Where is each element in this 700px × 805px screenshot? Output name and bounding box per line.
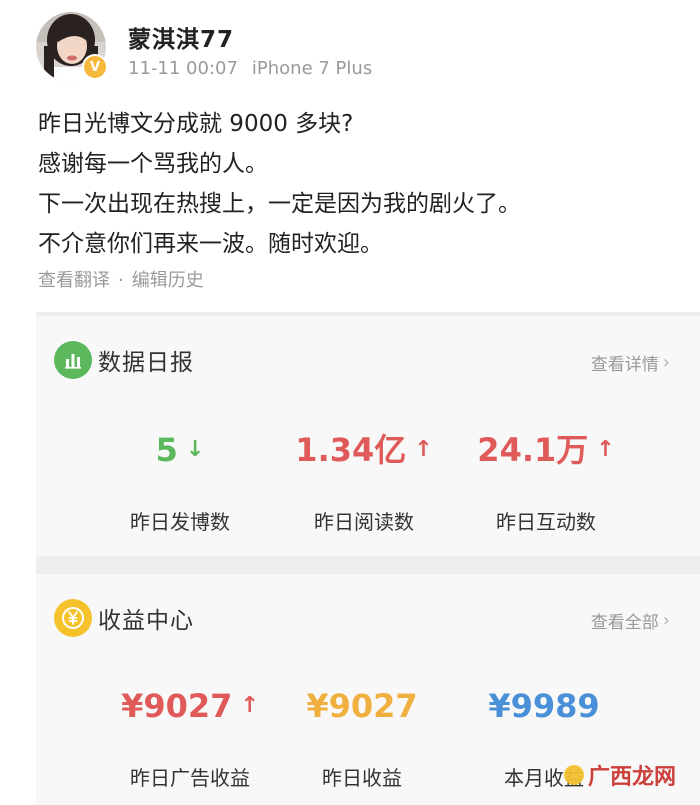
chevron-right-icon: › xyxy=(662,352,670,373)
site-watermark: 广西龙网 xyxy=(563,759,676,791)
stat-value-text: ¥9027 xyxy=(121,687,233,725)
stat-label: 昨日互动数 xyxy=(496,510,596,534)
stat-value-text: 5 xyxy=(155,431,178,469)
verified-badge-icon: V xyxy=(82,54,108,80)
view-all-link[interactable]: 查看全部 › xyxy=(591,608,670,633)
view-all-label: 查看全部 xyxy=(590,613,659,633)
stat-value-text: ¥9027 xyxy=(306,687,418,725)
stat-income-yesterday[interactable]: ¥9027 昨日收益 xyxy=(272,686,452,791)
income-center-title: 收益中心 xyxy=(98,608,194,634)
stat-value: 24.1万 ↑ xyxy=(456,430,636,470)
income-center-header: 收益中心 xyxy=(54,598,194,638)
post-line: 下一次出现在热搜上，一定是因为我的剧火了。 xyxy=(38,191,521,217)
stat-label: 昨日广告收益 xyxy=(130,766,250,790)
username[interactable]: 蒙淇淇77 xyxy=(128,20,234,54)
weibo-post-page: V 蒙淇淇77 11-11 00:07 iPhone 7 Plus 昨日光博文分成… xyxy=(0,0,700,805)
stat-ad-income-yesterday[interactable]: ¥9027 ↑ 昨日广告收益 xyxy=(100,686,280,791)
post-body: 昨日光博文分成就 9000 多块? 感谢每一个骂我的人。 下一次出现在热搜上，一… xyxy=(38,104,678,264)
post-device: iPhone 7 Plus xyxy=(251,58,373,79)
stat-value: ¥9989 xyxy=(454,686,634,726)
edit-history-link[interactable]: 编辑历史 xyxy=(132,270,204,291)
translate-link[interactable]: 查看翻译 xyxy=(38,270,110,291)
section-divider xyxy=(36,556,700,574)
stat-interactions-yesterday[interactable]: 24.1万 ↑ 昨日互动数 xyxy=(456,430,636,535)
stat-value: 5 ↓ xyxy=(90,430,270,470)
bar-chart-icon xyxy=(54,341,92,379)
stat-reads-yesterday[interactable]: 1.34亿 ↑ 昨日阅读数 xyxy=(274,430,454,535)
stat-label: 昨日收益 xyxy=(322,766,402,790)
watermark-text: 广西龙网 xyxy=(587,765,676,790)
stat-value-text: 1.34亿 xyxy=(295,431,407,469)
view-details-label: 查看详情 xyxy=(590,355,659,375)
avatar[interactable]: V xyxy=(36,12,108,82)
arrow-down-icon: ↓ xyxy=(185,437,205,462)
stat-label: 昨日阅读数 xyxy=(314,510,414,534)
yen-coin-icon xyxy=(54,599,92,637)
arrow-up-icon: ↑ xyxy=(240,693,259,718)
actions-separator: · xyxy=(118,270,124,291)
post-meta: 11-11 00:07 iPhone 7 Plus xyxy=(128,58,372,79)
arrow-up-icon: ↑ xyxy=(414,437,433,462)
post-timestamp: 11-11 00:07 xyxy=(128,58,238,79)
post-line: 感谢每一个骂我的人。 xyxy=(38,151,268,177)
post-line: 昨日光博文分成就 9000 多块? xyxy=(38,111,354,137)
stat-value: ¥9027 xyxy=(272,686,452,726)
post-line: 不介意你们再来一波。随时欢迎。 xyxy=(38,231,383,257)
data-report-header: 数据日报 xyxy=(54,340,194,380)
chevron-right-icon: › xyxy=(662,610,670,631)
data-report-title: 数据日报 xyxy=(98,350,194,376)
stat-posts-yesterday[interactable]: 5 ↓ 昨日发博数 xyxy=(90,430,270,535)
arrow-up-icon: ↑ xyxy=(596,437,615,462)
stat-value-text: 24.1万 xyxy=(477,431,589,469)
data-report-card: 数据日报 查看详情 › 5 ↓ 昨日发博数 1.34亿 ↑ 昨日阅读数 24.1… xyxy=(36,316,700,556)
post-actions: 查看翻译 · 编辑历史 xyxy=(38,266,204,292)
income-center-card: 收益中心 查看全部 › ¥9027 ↑ 昨日广告收益 ¥9027 昨日收益 ¥9… xyxy=(36,574,700,805)
stat-value: ¥9027 ↑ xyxy=(100,686,280,726)
stat-value-text: ¥9989 xyxy=(488,687,600,725)
view-details-link[interactable]: 查看详情 › xyxy=(591,350,670,375)
stat-label: 昨日发博数 xyxy=(130,510,230,534)
stat-value: 1.34亿 ↑ xyxy=(274,430,454,470)
watermark-logo-icon xyxy=(563,765,584,785)
